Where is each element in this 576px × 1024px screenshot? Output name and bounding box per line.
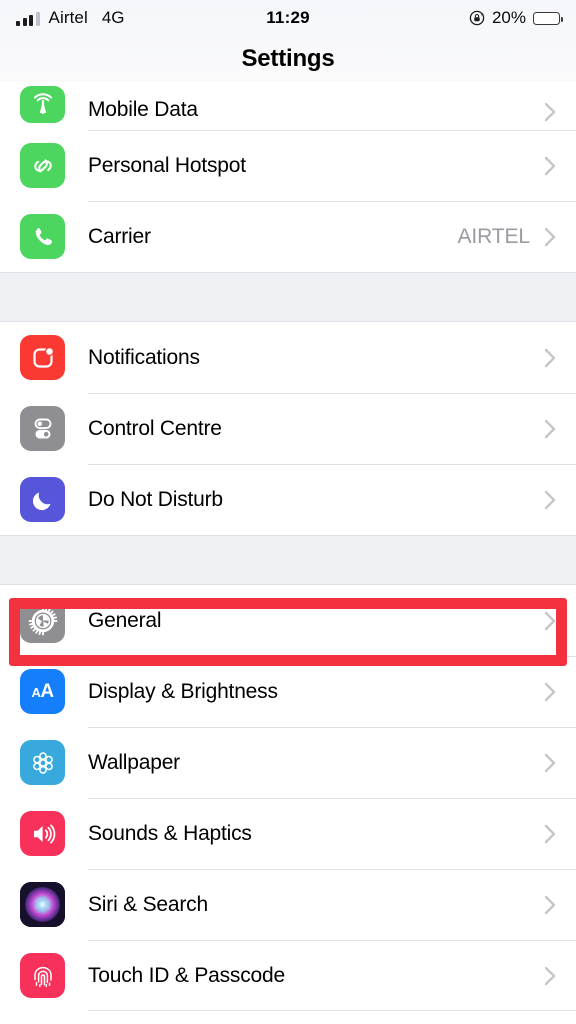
settings-row-label: Touch ID & Passcode: [88, 963, 285, 987]
status-clock: 11:29: [266, 8, 310, 27]
general-gear-icon: [20, 598, 65, 643]
settings-row-label: Siri & Search: [88, 892, 208, 916]
chevron-right-icon: [544, 823, 556, 844]
chevron-right-icon: [544, 489, 556, 510]
signal-strength-icon: [16, 11, 40, 26]
settings-row-carrier[interactable]: Carrier AIRTEL: [0, 201, 576, 272]
status-bar-right: 20%: [469, 8, 563, 28]
settings-list: Mobile Data Personal Hotspot Carrier AIR…: [0, 82, 576, 1011]
settings-row-label: Notifications: [88, 345, 200, 369]
settings-row-sounds-haptics[interactable]: Sounds & Haptics: [0, 798, 576, 869]
settings-row-touch-id-passcode[interactable]: Touch ID & Passcode: [0, 940, 576, 1011]
personal-hotspot-icon: [20, 143, 65, 188]
settings-row-do-not-disturb[interactable]: Do Not Disturb: [0, 464, 576, 535]
navigation-bar: Settings: [0, 36, 576, 82]
settings-row-label: General: [88, 608, 162, 632]
settings-row-label: Personal Hotspot: [88, 153, 246, 177]
chevron-right-icon: [544, 681, 556, 702]
settings-row-label: Control Centre: [88, 416, 222, 440]
chevron-right-icon: [544, 965, 556, 986]
settings-row-label: Sounds & Haptics: [88, 821, 252, 845]
display-brightness-icon: AA: [20, 669, 65, 714]
settings-row-notifications[interactable]: Notifications: [0, 322, 576, 393]
status-bar-left: Airtel 4G: [16, 8, 125, 28]
settings-group-system: General AA Display & Brightness Wallpape…: [0, 585, 576, 1011]
chevron-right-icon: [544, 101, 556, 122]
aa-glyph: AA: [31, 680, 54, 702]
settings-row-siri-search[interactable]: Siri & Search: [0, 869, 576, 940]
battery-percent-label: 20%: [491, 8, 526, 27]
rotation-lock-icon: [469, 10, 485, 26]
settings-row-label: Wallpaper: [88, 750, 180, 774]
section-separator: [0, 272, 576, 322]
settings-row-mobile-data[interactable]: Mobile Data: [0, 82, 576, 130]
settings-row-personal-hotspot[interactable]: Personal Hotspot: [0, 130, 576, 201]
carrier-phone-icon: [20, 214, 65, 259]
chevron-right-icon: [544, 155, 556, 176]
status-carrier-label: Airtel: [48, 8, 88, 27]
chevron-right-icon: [544, 347, 556, 368]
page-title: Settings: [241, 45, 335, 72]
status-network-type-label: 4G: [101, 8, 125, 27]
settings-group-connectivity: Mobile Data Personal Hotspot Carrier AIR…: [0, 82, 576, 272]
chevron-right-icon: [544, 226, 556, 247]
notifications-icon: [20, 335, 65, 380]
wallpaper-icon: [20, 740, 65, 785]
settings-row-label: Do Not Disturb: [88, 487, 223, 511]
settings-group-alerts: Notifications Control Centre Do Not Dist…: [0, 322, 576, 535]
settings-row-general[interactable]: General: [0, 585, 576, 656]
sounds-haptics-icon: [20, 811, 65, 856]
battery-icon: [533, 11, 563, 25]
do-not-disturb-moon-icon: [20, 477, 65, 522]
carrier-value: AIRTEL: [457, 224, 530, 248]
status-bar: Airtel 4G 11:29 20%: [0, 0, 576, 36]
settings-row-control-centre[interactable]: Control Centre: [0, 393, 576, 464]
siri-search-icon: [20, 882, 65, 927]
settings-row-wallpaper[interactable]: Wallpaper: [0, 727, 576, 798]
settings-row-label: Carrier: [88, 224, 151, 248]
control-centre-icon: [20, 406, 65, 451]
touch-id-passcode-icon: [20, 953, 65, 998]
settings-row-label: Mobile Data: [88, 98, 198, 121]
chevron-right-icon: [544, 894, 556, 915]
mobile-data-icon: [20, 86, 65, 123]
chevron-right-icon: [544, 418, 556, 439]
chevron-right-icon: [544, 610, 556, 631]
settings-row-display-brightness[interactable]: AA Display & Brightness: [0, 656, 576, 727]
chevron-right-icon: [544, 752, 556, 773]
settings-row-label: Display & Brightness: [88, 679, 278, 703]
section-separator: [0, 535, 576, 585]
